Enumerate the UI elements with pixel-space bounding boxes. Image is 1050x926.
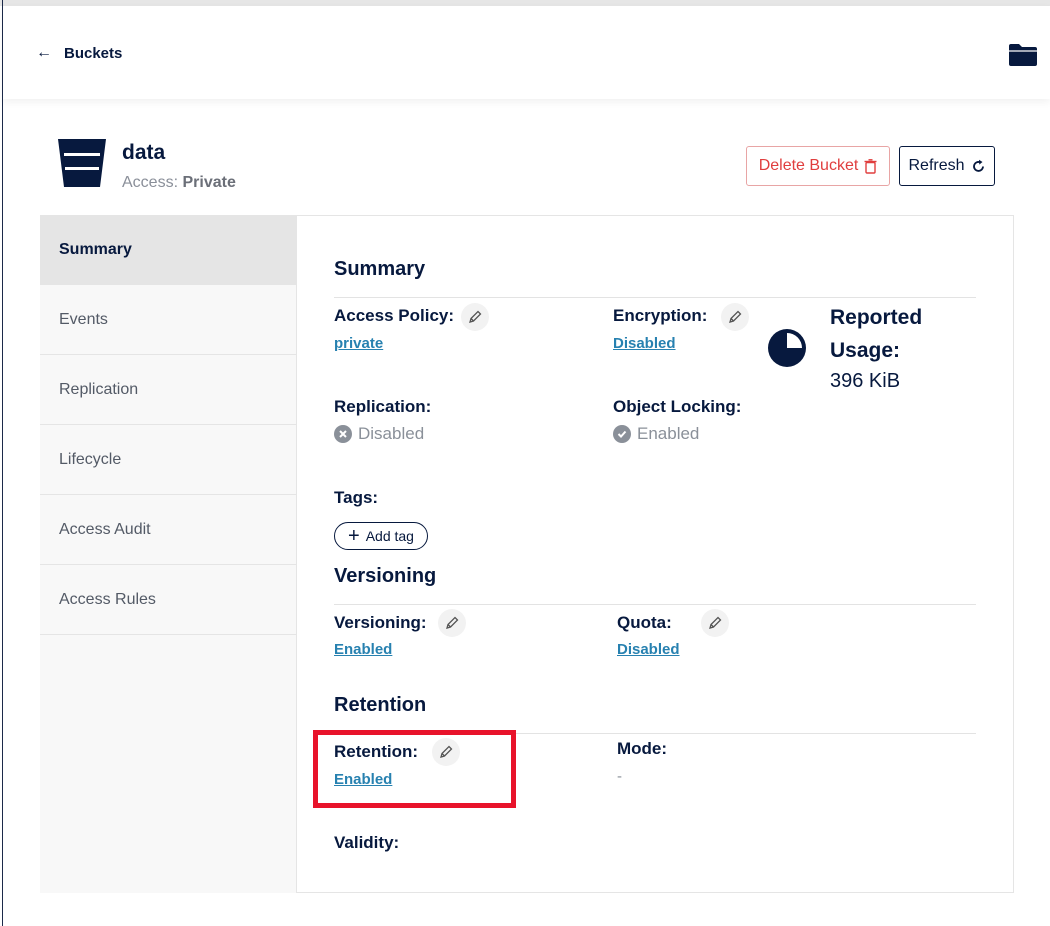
edit-access-policy-button[interactable]	[461, 303, 489, 331]
sidebar-item-access-rules[interactable]: Access Rules	[40, 565, 296, 635]
bucket-sidebar: Summary Events Replication Lifecycle Acc…	[40, 215, 297, 893]
validity-label: Validity:	[334, 833, 400, 852]
add-tag-button[interactable]: + Add tag	[334, 522, 428, 550]
delete-bucket-button[interactable]: Delete Bucket	[746, 146, 890, 186]
back-label: Buckets	[64, 44, 123, 62]
sidebar-item-summary[interactable]: Summary	[40, 215, 296, 285]
sidebar-item-label: Replication	[59, 380, 139, 398]
versioning-title: Versioning	[334, 565, 437, 587]
refresh-icon	[972, 159, 984, 172]
summary-title: Summary	[334, 258, 426, 280]
top-bar: ← Buckets	[3, 6, 1050, 99]
plus-icon: +	[348, 525, 360, 547]
access-policy-label: Access Policy:	[334, 306, 455, 325]
access-value: Private	[182, 174, 236, 191]
usage-pie-icon	[768, 329, 806, 367]
summary-divider	[334, 297, 976, 298]
refresh-label: Refresh	[908, 157, 965, 174]
mode-label: Mode:	[617, 739, 668, 758]
edit-encryption-button[interactable]	[721, 303, 749, 331]
check-circle-icon	[613, 425, 631, 443]
x-circle-icon	[334, 425, 352, 443]
trash-icon	[864, 158, 877, 174]
replication-value: Disabled	[358, 424, 425, 443]
sidebar-item-lifecycle[interactable]: Lifecycle	[40, 425, 296, 495]
bucket-access: Access: Private	[122, 174, 236, 192]
versioning-divider	[334, 604, 976, 605]
retention-highlight-box	[313, 730, 516, 808]
window-left-border	[2, 0, 3, 926]
edit-quota-button[interactable]	[701, 609, 729, 637]
tags-label: Tags:	[334, 488, 379, 507]
object-locking-value: Enabled	[637, 424, 700, 443]
quota-value-link[interactable]: Disabled	[617, 641, 680, 658]
encryption-value-link[interactable]: Disabled	[613, 335, 676, 352]
sidebar-item-label: Access Rules	[59, 590, 156, 608]
back-to-buckets-link[interactable]: ← Buckets	[36, 44, 122, 62]
quota-label: Quota:	[617, 613, 672, 632]
bucket-name: data	[122, 141, 166, 164]
pencil-icon	[446, 616, 459, 629]
encryption-label: Encryption:	[613, 306, 708, 325]
refresh-button[interactable]: Refresh	[899, 146, 995, 186]
replication-label: Replication:	[334, 397, 432, 416]
retention-title: Retention	[334, 694, 427, 716]
access-prefix: Access:	[122, 174, 179, 191]
object-locking-label: Object Locking:	[613, 397, 742, 416]
object-locking-status: Enabled	[613, 424, 699, 444]
sidebar-item-replication[interactable]: Replication	[40, 355, 296, 425]
pencil-icon	[469, 310, 482, 323]
sidebar-item-label: Lifecycle	[59, 450, 122, 468]
sidebar-item-label: Summary	[59, 240, 132, 258]
pencil-icon	[729, 310, 742, 323]
folder-icon[interactable]	[1007, 42, 1039, 68]
sidebar-item-label: Events	[59, 310, 108, 328]
sidebar-item-events[interactable]: Events	[40, 285, 296, 355]
sidebar-item-access-audit[interactable]: Access Audit	[40, 495, 296, 565]
replication-status: Disabled	[334, 424, 424, 444]
bucket-icon	[58, 139, 106, 187]
pencil-icon	[709, 616, 722, 629]
edit-versioning-button[interactable]	[438, 609, 466, 637]
access-policy-value-link[interactable]: private	[334, 335, 383, 352]
sidebar-item-label: Access Audit	[59, 520, 151, 538]
reported-usage-value: 396 KiB	[830, 370, 901, 392]
reported-usage-label: Reported Usage:	[830, 306, 923, 362]
versioning-label: Versioning:	[334, 613, 427, 632]
versioning-value-link[interactable]: Enabled	[334, 641, 392, 658]
mode-value: -	[617, 768, 622, 785]
add-tag-label: Add tag	[365, 528, 414, 544]
arrow-left-icon: ←	[36, 44, 52, 61]
delete-bucket-label: Delete Bucket	[758, 157, 859, 174]
